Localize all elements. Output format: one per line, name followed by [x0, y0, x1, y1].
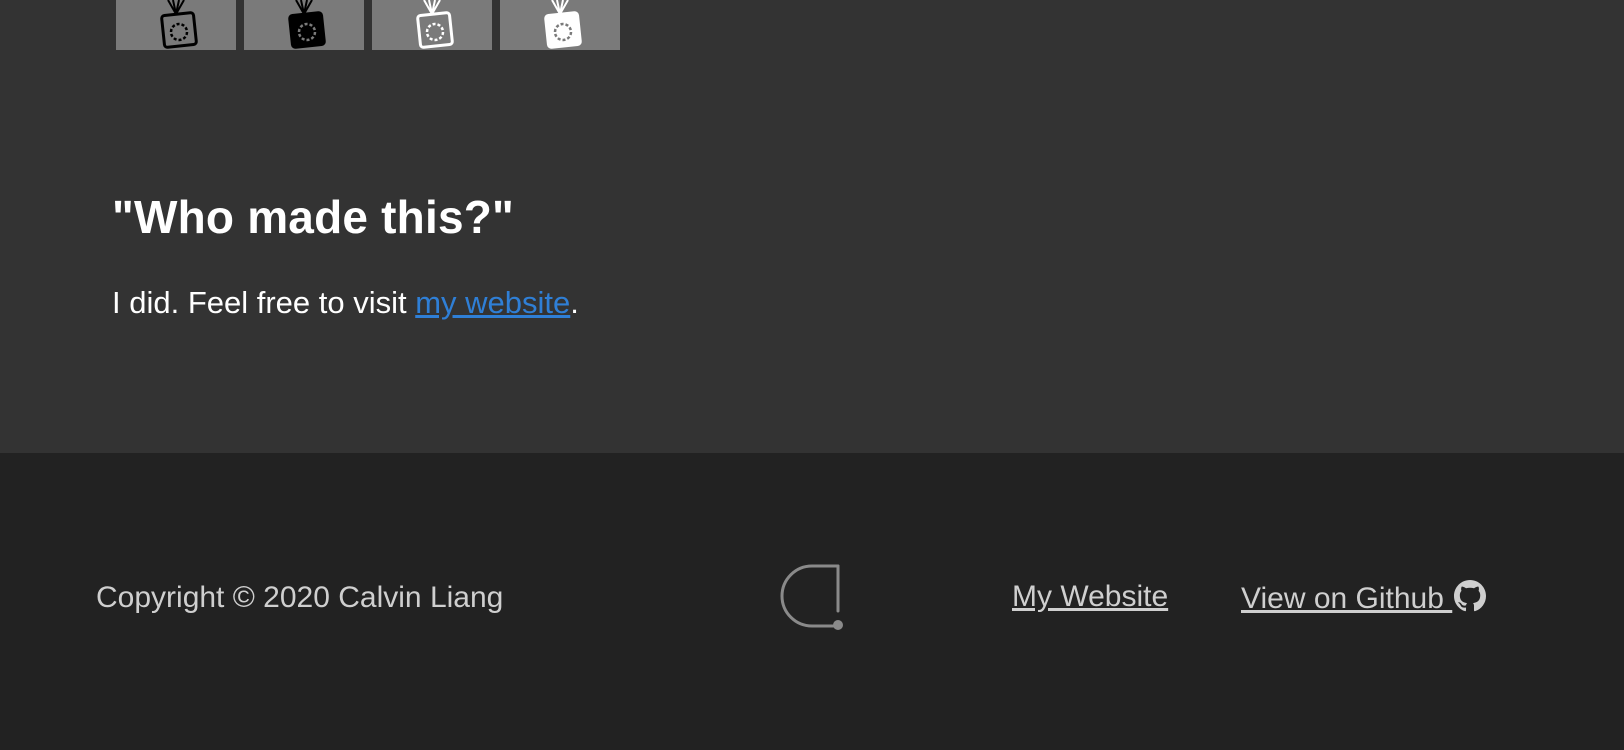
thumbnail-outline-dark[interactable]	[116, 0, 236, 50]
intro-paragraph: I did. Feel free to visit my website.	[112, 285, 579, 321]
main-section: "Who made this?" I did. Feel free to vis…	[0, 0, 1624, 453]
footer-my-website-link[interactable]: My Website	[1012, 580, 1168, 614]
intro-suffix: .	[570, 285, 579, 320]
cl-logo-icon[interactable]	[778, 563, 848, 635]
thumbnail-row	[116, 0, 620, 50]
camera-icon	[160, 0, 198, 49]
thumbnail-filled-light[interactable]	[500, 0, 620, 50]
copyright-text: Copyright © 2020 Calvin Liang	[96, 581, 504, 614]
github-link-label: View on Github	[1241, 582, 1453, 615]
my-website-link[interactable]: my website	[415, 285, 570, 320]
intro-text: I did. Feel free to visit	[112, 285, 416, 320]
camera-icon	[288, 0, 326, 49]
camera-icon	[544, 0, 582, 49]
footer-github-link[interactable]: View on Github	[1241, 580, 1487, 616]
github-icon	[1454, 580, 1487, 612]
footer: Copyright © 2020 Calvin Liang My Website…	[0, 453, 1624, 750]
page-heading: "Who made this?"	[112, 191, 515, 243]
thumbnail-outline-light[interactable]	[372, 0, 492, 50]
thumbnail-filled-dark[interactable]	[244, 0, 364, 50]
camera-icon	[416, 0, 454, 49]
